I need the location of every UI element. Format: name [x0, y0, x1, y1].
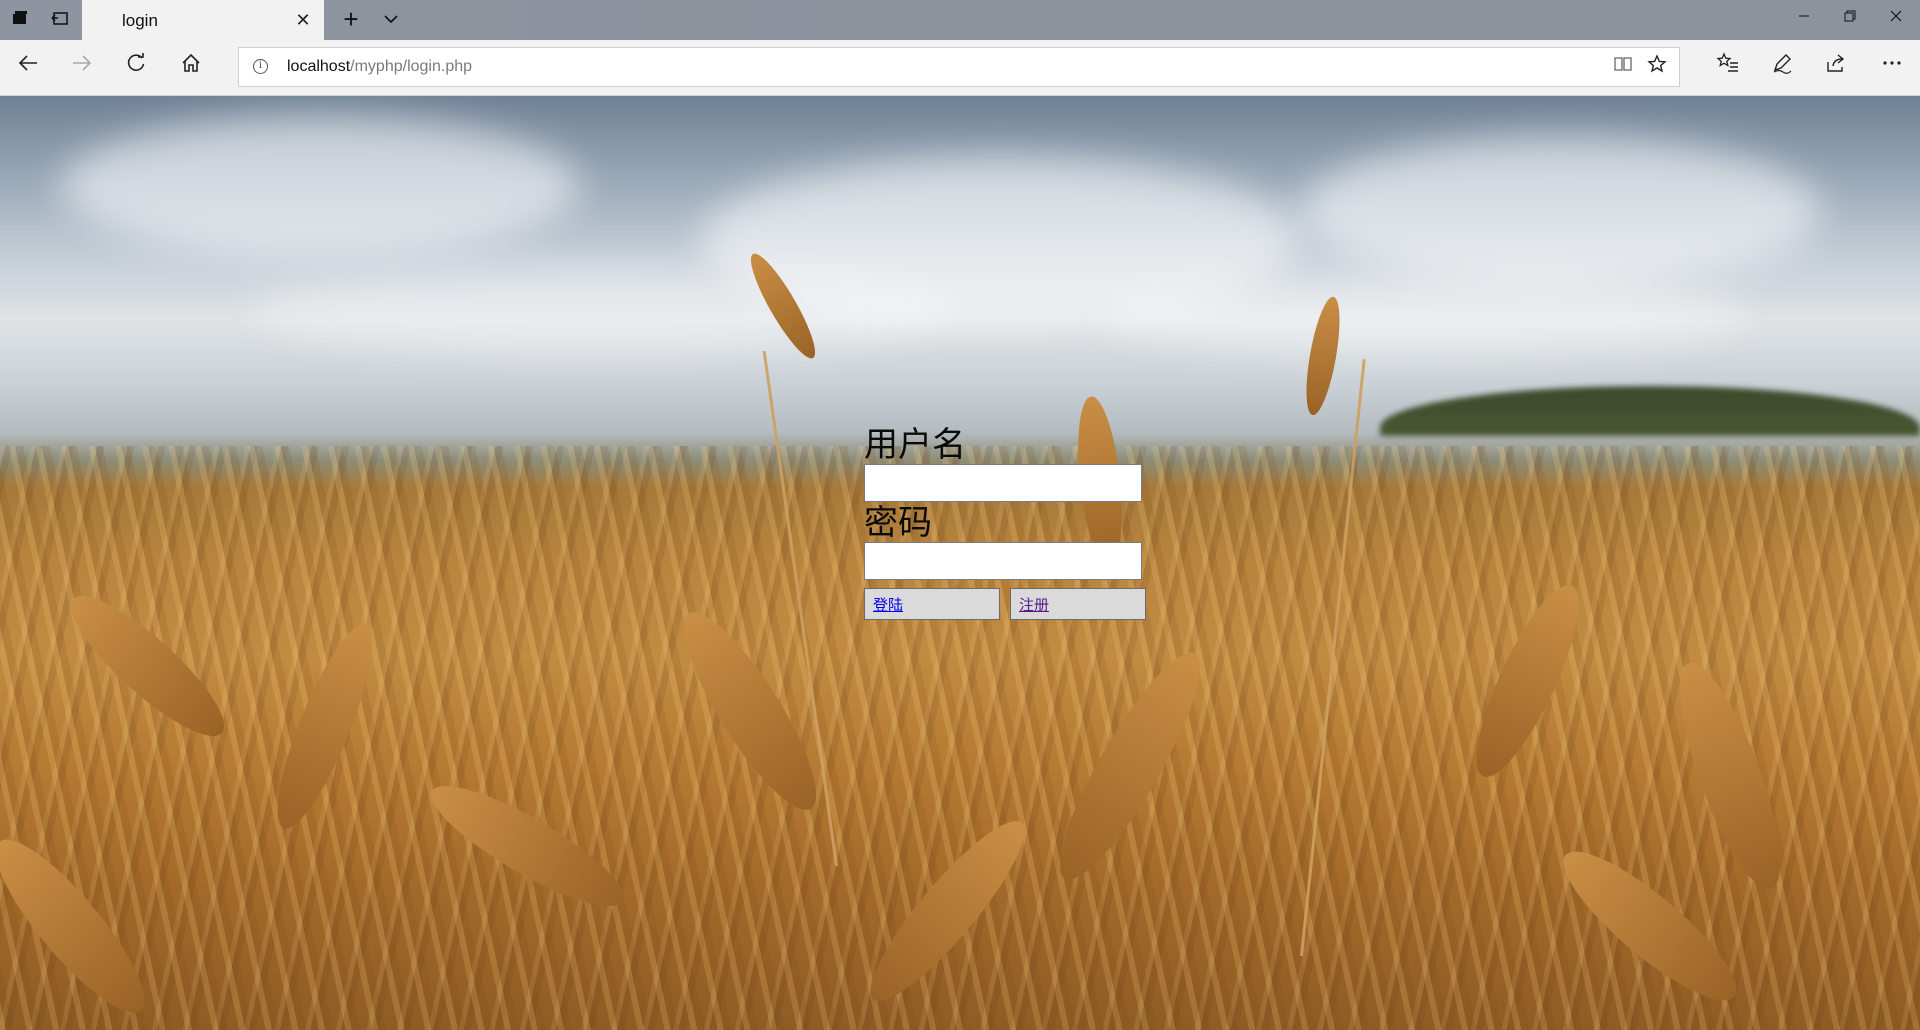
back-arrow-icon[interactable]: [12, 51, 44, 83]
chevron-down-icon[interactable]: [377, 6, 405, 34]
star-icon[interactable]: [1643, 54, 1671, 82]
tab-title: login: [122, 11, 158, 30]
favorites-list-icon[interactable]: [1712, 51, 1744, 83]
forward-arrow-icon[interactable]: [66, 51, 98, 83]
navigation-bar: i localhost/myphp/login.php: [0, 40, 1920, 96]
password-label: 密码: [864, 503, 932, 543]
username-label: 用户名: [864, 425, 966, 465]
reading-view-icon[interactable]: [1609, 54, 1637, 82]
plus-icon[interactable]: +: [337, 6, 365, 34]
pen-icon[interactable]: [1766, 51, 1798, 83]
home-icon[interactable]: [175, 51, 207, 83]
address-bar[interactable]: i localhost/myphp/login.php: [238, 47, 1680, 87]
url-text: localhost/myphp/login.php: [287, 58, 472, 76]
share-icon[interactable]: [1820, 51, 1852, 83]
username-input[interactable]: [864, 464, 1142, 502]
close-window-button[interactable]: [1876, 4, 1916, 32]
form-buttons: 登陆 注册: [864, 588, 1164, 622]
url-path: /myphp/login.php: [350, 58, 473, 75]
refresh-icon[interactable]: [120, 51, 152, 83]
minimize-button[interactable]: [1784, 4, 1824, 32]
restore-tabs-icon[interactable]: [48, 8, 72, 32]
active-tab[interactable]: login ✕: [82, 0, 324, 40]
close-icon[interactable]: ✕: [292, 9, 314, 31]
login-button[interactable]: 登陆: [864, 588, 1000, 620]
page-content: 用户名 密码 登陆 注册: [0, 96, 1920, 1030]
set-aside-tabs-icon[interactable]: [8, 8, 32, 32]
login-form: 用户名 密码 登陆 注册: [864, 426, 1164, 622]
restore-button[interactable]: [1830, 4, 1870, 32]
password-input[interactable]: [864, 542, 1142, 580]
title-bar: login ✕ +: [0, 0, 1920, 40]
url-host: localhost: [287, 58, 351, 75]
register-button[interactable]: 注册: [1010, 588, 1146, 620]
info-icon[interactable]: i: [253, 59, 268, 74]
more-icon[interactable]: [1876, 51, 1908, 83]
